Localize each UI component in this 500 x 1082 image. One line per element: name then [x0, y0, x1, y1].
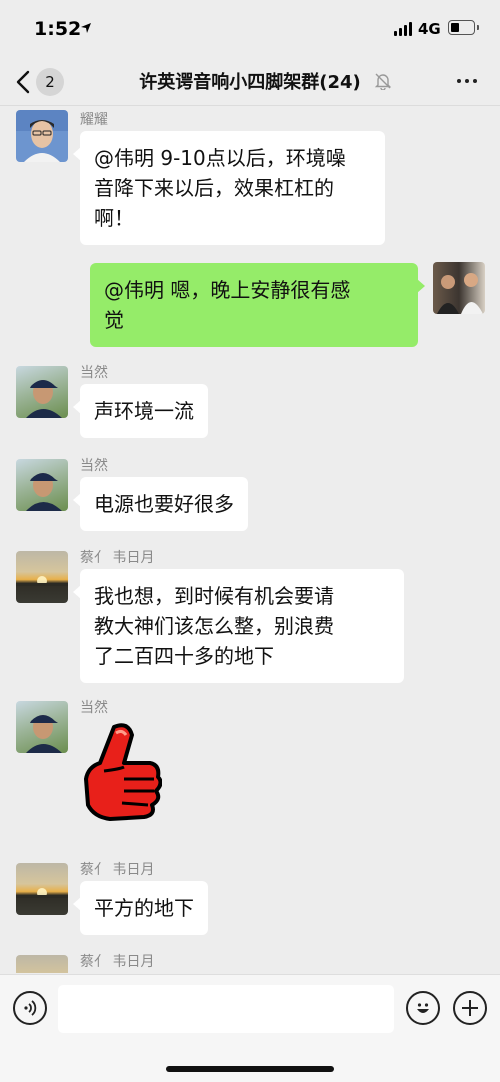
sender-name: 当然: [80, 700, 108, 716]
bell-muted-icon: [374, 73, 392, 90]
message-bubble[interactable]: 声环境一流: [73, 384, 208, 438]
message-bubble[interactable]: 我也想，到时候有机会要请 教大神们该怎么整，别浪费 了二百四十多的地下: [73, 569, 404, 683]
home-indicator[interactable]: [166, 1066, 334, 1072]
avatar[interactable]: [16, 110, 68, 162]
voice-button[interactable]: [13, 991, 47, 1025]
avatar[interactable]: [16, 366, 68, 418]
voice-icon: [24, 1000, 37, 1016]
signal-icon: [394, 22, 412, 36]
avatar[interactable]: [16, 863, 68, 915]
avatar[interactable]: [16, 551, 68, 603]
nav-bar: 2 许英谔音响小四脚架群(24): [0, 58, 500, 106]
avatar[interactable]: [16, 701, 68, 753]
back-button[interactable]: 2: [16, 64, 76, 100]
chevron-left-icon: [16, 70, 30, 94]
sender-name: 蔡亻 韦日月: [80, 954, 155, 970]
status-time: 1:52: [34, 18, 82, 40]
message-bubble[interactable]: 电源也要好很多: [73, 477, 248, 531]
avatar-self[interactable]: [433, 262, 485, 314]
emoji-button[interactable]: [406, 991, 440, 1025]
sender-name: 蔡亻 韦日月: [80, 550, 155, 566]
thumbs-up-sticker[interactable]: [80, 719, 163, 841]
plus-button[interactable]: [453, 991, 487, 1025]
message-bubble[interactable]: 平方的地下: [73, 881, 208, 935]
message-input[interactable]: [58, 985, 394, 1033]
unread-badge: 2: [36, 68, 64, 96]
network-label: 4G: [418, 20, 441, 38]
message-bubble[interactable]: @伟明 9-10点以后，环境噪 音降下来以后，效果杠杠的 啊！: [73, 131, 385, 245]
message-bubble-outgoing[interactable]: @伟明 嗯，晚上安静很有感 觉: [90, 263, 425, 347]
more-button[interactable]: [452, 66, 482, 96]
sender-name: 当然: [80, 365, 108, 381]
sender-name: 耀耀: [80, 112, 108, 128]
more-icon: [457, 79, 461, 83]
location-arrow-icon: [81, 23, 91, 33]
message-list[interactable]: 耀耀 @伟明 9-10点以后，环境噪 音降下来以后，效果杠杠的 啊！ @伟明 嗯…: [0, 107, 500, 973]
plus-icon: [462, 1000, 478, 1016]
sender-name: 蔡亻 韦日月: [80, 862, 155, 878]
avatar[interactable]: [16, 955, 68, 973]
avatar[interactable]: [16, 459, 68, 511]
chat-title: 许英谔音响小四脚架群(24): [139, 72, 361, 93]
status-bar: 1:52 4G: [0, 0, 500, 58]
sender-name: 当然: [80, 458, 108, 474]
emoji-icon: [417, 1003, 429, 1013]
battery-icon: [448, 20, 479, 35]
